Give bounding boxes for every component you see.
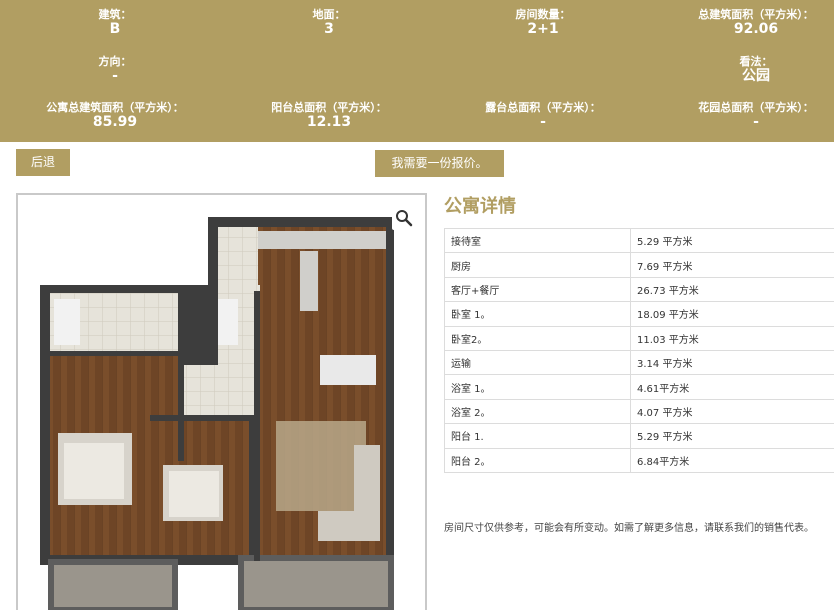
room-area: 18.09 平方米 <box>630 301 834 327</box>
table-row: 浴室 1。 4.61平方米 <box>444 374 834 400</box>
apartment-summary-header: 建筑： B 地面： 3 房间数量： 2+1 总建筑面积（平方米）： 92.06 … <box>0 0 834 142</box>
stat-total-gross-area: 总建筑面积（平方米）： 92.06 <box>656 8 834 38</box>
stat-label: 房间数量： <box>515 8 571 21</box>
room-name: 卧室2。 <box>444 325 631 351</box>
disclaimer-note: 房间尺寸仅供参考，可能会有所变动。如需了解更多信息，请联系我们的销售代表。 <box>444 523 814 534</box>
stat-building: 建筑： B <box>15 8 215 38</box>
zoom-button[interactable] <box>392 206 416 230</box>
stat-label: 地面： <box>312 8 346 21</box>
details-title: 公寓详情 <box>444 196 516 217</box>
stat-orientation: 方向： - <box>15 55 215 85</box>
table-row: 浴室 2。 4.07 平方米 <box>444 398 834 425</box>
room-name: 阳台 1. <box>444 423 631 449</box>
room-area: 4.61平方米 <box>630 374 834 400</box>
room-area: 7.69 平方米 <box>630 252 834 278</box>
stat-value: - <box>112 68 118 84</box>
table-row: 接待室 5.29 平方米 <box>444 227 834 254</box>
room-name: 阳台 2。 <box>444 447 631 473</box>
room-area: 3.14 平方米 <box>630 349 834 376</box>
stat-label: 公寓总建筑面积（平方米）： <box>46 101 184 114</box>
stat-garden-area: 花园总面积（平方米）： - <box>656 101 834 131</box>
table-row: 卧室 1。 18.09 平方米 <box>444 301 834 327</box>
table-row: 客厅+餐厅 26.73 平方米 <box>444 276 834 303</box>
room-name: 运输 <box>444 349 631 376</box>
stat-value: 公园 <box>742 68 770 84</box>
room-area: 5.29 平方米 <box>630 227 834 254</box>
stat-label: 建筑： <box>98 8 132 21</box>
magnifier-icon <box>396 210 413 227</box>
stat-label: 总建筑面积（平方米）： <box>698 8 814 21</box>
floor-plan-drawing <box>40 217 394 610</box>
table-row: 厨房 7.69 平方米 <box>444 252 834 278</box>
room-area: 6.84平方米 <box>630 447 834 473</box>
request-quote-button[interactable]: 我需要一份报价。 <box>375 150 504 177</box>
room-name: 浴室 1。 <box>444 374 631 400</box>
stat-view: 看法： 公园 <box>656 55 834 85</box>
room-name: 接待室 <box>444 227 631 254</box>
stat-value: 92.06 <box>733 21 779 37</box>
table-row: 阳台 1. 5.29 平方米 <box>444 423 834 449</box>
stat-value: 2+1 <box>527 21 559 37</box>
stat-label: 阳台总面积（平方米）： <box>271 101 387 114</box>
room-area: 5.29 平方米 <box>630 423 834 449</box>
stat-label: 方向： <box>98 55 132 68</box>
room-area-table: 接待室 5.29 平方米 厨房 7.69 平方米 客厅+餐厅 26.73 平方米 卧室… <box>444 227 834 473</box>
room-name: 厨房 <box>444 252 631 278</box>
floor-plan-image[interactable] <box>16 193 427 610</box>
stat-label: 花园总面积（平方米）： <box>698 101 814 114</box>
stat-apartment-gross-area: 公寓总建筑面积（平方米）： 85.99 <box>15 101 215 131</box>
stat-value: 3 <box>324 21 334 37</box>
table-row: 卧室2。 11.03 平方米 <box>444 325 834 351</box>
room-name: 卧室 1。 <box>444 301 631 327</box>
stat-value: - <box>540 114 546 130</box>
stat-value: 12.13 <box>306 114 352 130</box>
table-row: 阳台 2。 6.84平方米 <box>444 447 834 473</box>
stat-balcony-area: 阳台总面积（平方米）： 12.13 <box>229 101 429 131</box>
stat-value: - <box>753 114 759 130</box>
stat-label: 看法： <box>739 55 773 68</box>
stat-floor: 地面： 3 <box>229 8 429 38</box>
stat-rooms: 房间数量： 2+1 <box>443 8 643 38</box>
back-button[interactable]: 后退 <box>16 149 70 176</box>
table-row: 运输 3.14 平方米 <box>444 349 834 376</box>
room-area: 26.73 平方米 <box>630 276 834 303</box>
stat-value: 85.99 <box>92 114 138 130</box>
room-name: 客厅+餐厅 <box>444 276 631 303</box>
room-area: 4.07 平方米 <box>630 398 834 425</box>
room-name: 浴室 2。 <box>444 398 631 425</box>
stat-value: B <box>109 21 121 37</box>
room-area: 11.03 平方米 <box>630 325 834 351</box>
stat-label: 露台总面积（平方米）： <box>485 101 601 114</box>
stat-terrace-area: 露台总面积（平方米）： - <box>443 101 643 131</box>
